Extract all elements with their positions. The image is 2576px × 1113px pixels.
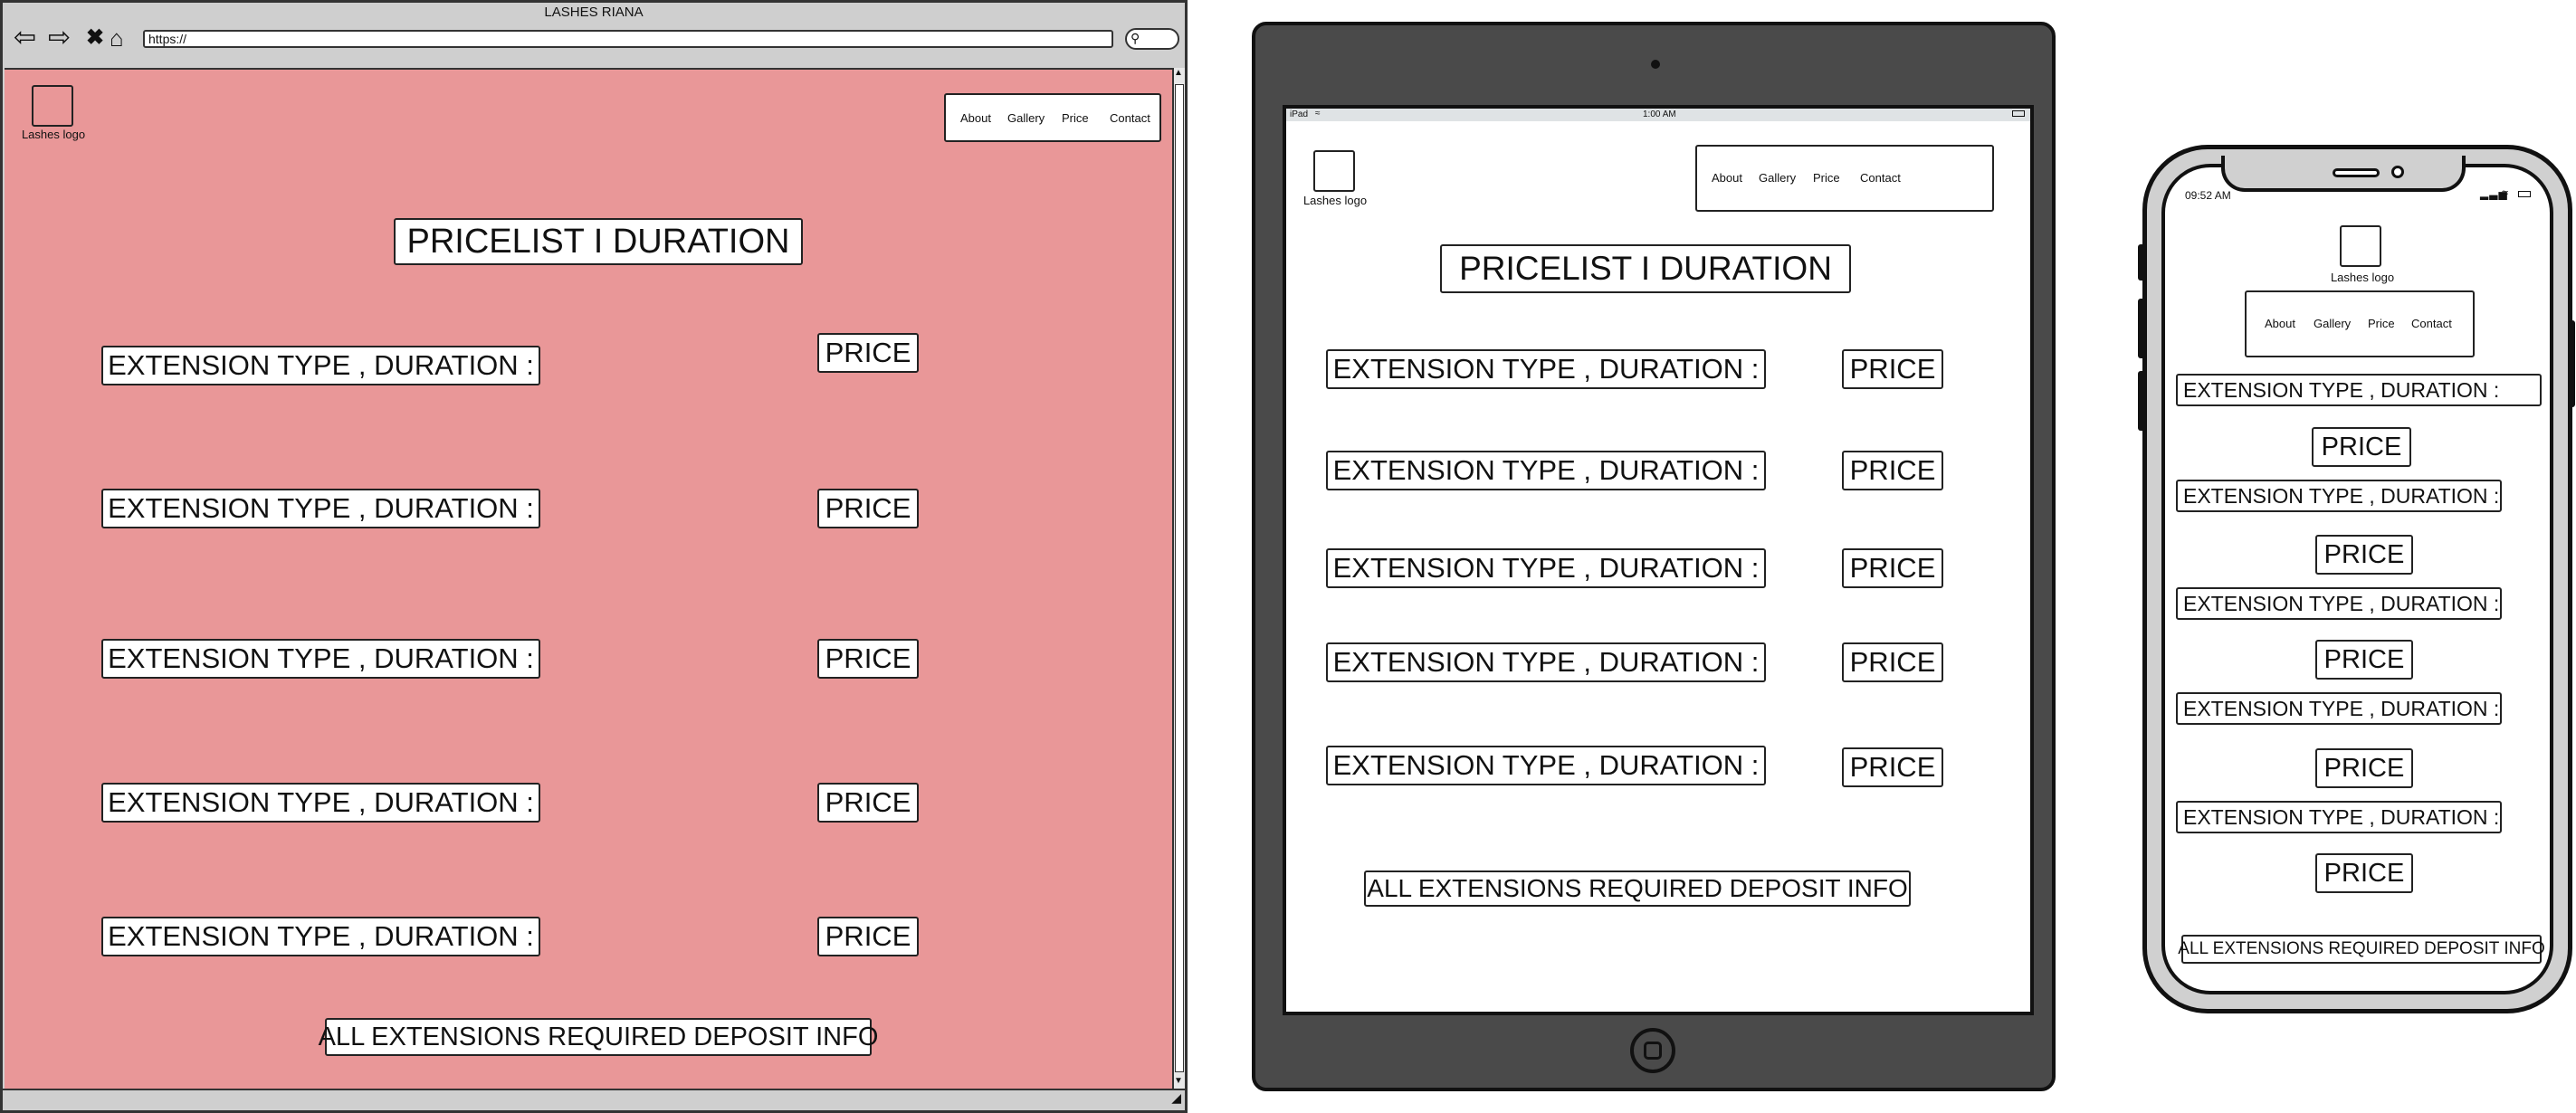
nav-price[interactable]: Price [1062,111,1089,125]
price-box: PRICE [1842,349,1943,389]
extension-row-label: EXTENSION TYPE , DURATION : [2176,692,2502,725]
phone-device: 09:52 AM ▂▃▅ ≈ Lashes logo About Gallery… [2142,145,2572,1013]
scrollbar-thumb[interactable] [1175,84,1184,1072]
nav-contact[interactable]: Contact [1110,111,1150,125]
search-icon: ⚲ [1131,31,1140,45]
logo-placeholder[interactable] [2340,225,2381,267]
extension-row-label: EXTENSION TYPE , DURATION : [2176,587,2502,620]
search-field[interactable]: ⚲ [1125,28,1179,50]
extension-row-label: EXTENSION TYPE , DURATION : [1326,746,1766,785]
nav-price[interactable]: Price [2368,317,2395,330]
nav-bar: About Gallery Price Contact [2245,290,2475,357]
home-button[interactable] [1630,1028,1675,1073]
tablet-status-bar: iPad ≈ 1:00 AM [1286,109,2030,121]
tablet-camera [1651,60,1660,69]
tablet-screen: iPad ≈ 1:00 AM Lashes logo About Gallery… [1283,105,2034,1015]
logo-placeholder[interactable] [1313,150,1355,192]
price-box: PRICE [1842,642,1943,682]
browser-status-bar: ◢ [3,1089,1185,1110]
price-box: PRICE [817,917,919,956]
battery-icon [2518,191,2531,197]
extension-row-label: EXTENSION TYPE , DURATION : [101,489,540,528]
status-time: 1:00 AM [1643,109,1676,119]
nav-contact[interactable]: Contact [2411,317,2452,330]
nav-bar: About Gallery Price Contact [1695,145,1994,212]
extension-row-label: EXTENSION TYPE , DURATION : [2176,374,2542,406]
browser-toolbar: ⇦ ⇨ ✖ ⌂ https:// ⚲ [3,23,1185,61]
nav-contact[interactable]: Contact [1860,171,1901,185]
phone-speaker [2333,168,2380,177]
page-title: PRICELIST I DURATION [394,218,803,265]
nav-gallery[interactable]: Gallery [1007,111,1045,125]
desktop-page-content: Lashes logo About Gallery Price Contact … [5,68,1172,1090]
nav-gallery[interactable]: Gallery [2314,317,2351,330]
logo-label: Lashes logo [21,128,86,141]
price-box: PRICE [1842,548,1943,588]
price-box: PRICE [2315,640,2413,680]
price-box: PRICE [2315,853,2413,893]
extension-row-label: EXTENSION TYPE , DURATION : [1326,548,1766,588]
window-title: LASHES RIANA [544,5,644,20]
price-box: PRICE [817,333,919,373]
logo-placeholder[interactable] [32,85,73,127]
nav-about[interactable]: About [1712,171,1742,185]
back-arrow-icon[interactable]: ⇦ [14,24,36,52]
price-box: PRICE [2315,535,2413,575]
nav-gallery[interactable]: Gallery [1759,171,1796,185]
vertical-scrollbar[interactable]: ▲ ▼ [1172,68,1185,1090]
deposit-info: ALL EXTENSIONS REQUIRED DEPOSIT INFO [2178,935,2545,964]
price-box: PRICE [1842,747,1943,787]
extension-row-label: EXTENSION TYPE , DURATION : [2176,480,2502,512]
extension-row-label: EXTENSION TYPE , DURATION : [101,783,540,823]
home-button-icon [1644,1042,1662,1060]
phone-screen: 09:52 AM ▂▃▅ ≈ Lashes logo About Gallery… [2161,164,2553,994]
phone-front-camera [2391,166,2404,178]
price-box: PRICE [817,489,919,528]
extension-row-label: EXTENSION TYPE , DURATION : [1326,349,1766,389]
price-box: PRICE [2312,427,2411,467]
nav-about[interactable]: About [2265,317,2295,330]
close-icon[interactable]: ✖ [86,24,104,52]
deposit-info: ALL EXTENSIONS REQUIRED DEPOSIT INFO [319,1018,878,1056]
extension-row-label: EXTENSION TYPE , DURATION : [1326,451,1766,490]
nav-price[interactable]: Price [1813,171,1840,185]
price-box: PRICE [1842,451,1943,490]
price-box: PRICE [817,639,919,679]
extension-row-label: EXTENSION TYPE , DURATION : [2176,801,2502,833]
scroll-down-icon[interactable]: ▼ [1174,1076,1183,1086]
extension-row-label: EXTENSION TYPE , DURATION : [1326,642,1766,682]
address-bar[interactable]: https:// [143,30,1113,48]
scroll-up-icon[interactable]: ▲ [1174,68,1183,78]
resize-grip-icon[interactable]: ◢ [1171,1090,1181,1106]
price-box: PRICE [2315,748,2413,788]
device-label: iPad [1290,109,1309,119]
desktop-browser-window: LASHES RIANA ⇦ ⇨ ✖ ⌂ https:// ⚲ Lashes l… [0,0,1188,1113]
status-time: 09:52 AM [2185,189,2231,202]
price-box: PRICE [817,783,919,823]
logo-label: Lashes logo [1302,194,1368,207]
wifi-icon: ≈ [1315,109,1321,119]
extension-row-label: EXTENSION TYPE , DURATION : [101,639,540,679]
tablet-device: iPad ≈ 1:00 AM Lashes logo About Gallery… [1252,22,2056,1091]
home-icon[interactable]: ⌂ [110,24,124,52]
nav-bar: About Gallery Price Contact [944,93,1161,142]
battery-icon [2012,110,2025,117]
forward-arrow-icon[interactable]: ⇨ [48,24,71,52]
extension-row-label: EXTENSION TYPE , DURATION : [101,917,540,956]
logo-label: Lashes logo [2330,271,2395,284]
extension-row-label: EXTENSION TYPE , DURATION : [101,346,540,385]
wifi-icon: ≈ [2502,186,2509,199]
deposit-info: ALL EXTENSIONS REQUIRED DEPOSIT INFO [1364,870,1911,907]
nav-about[interactable]: About [960,111,991,125]
page-title: PRICELIST I DURATION [1440,244,1851,293]
